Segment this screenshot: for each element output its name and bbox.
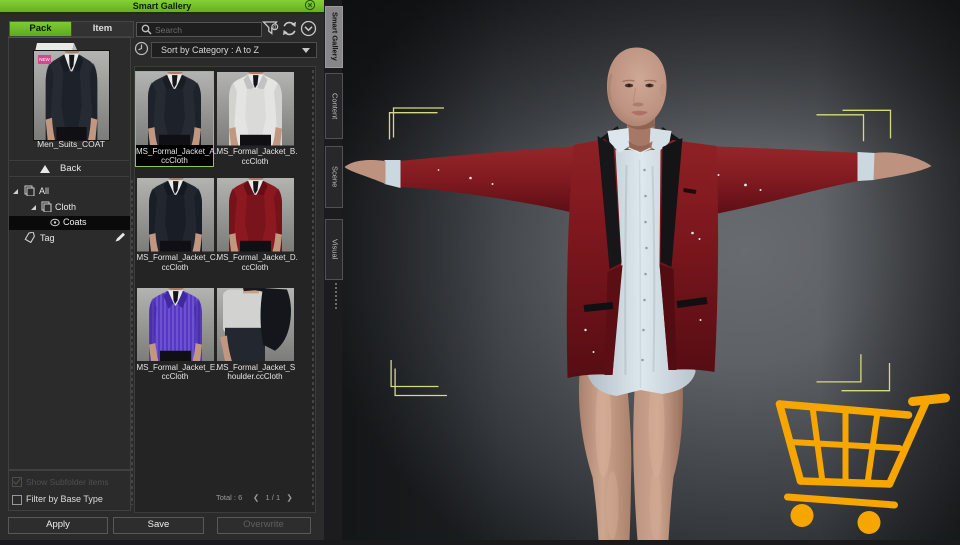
- svg-text:0: 0: [273, 25, 276, 31]
